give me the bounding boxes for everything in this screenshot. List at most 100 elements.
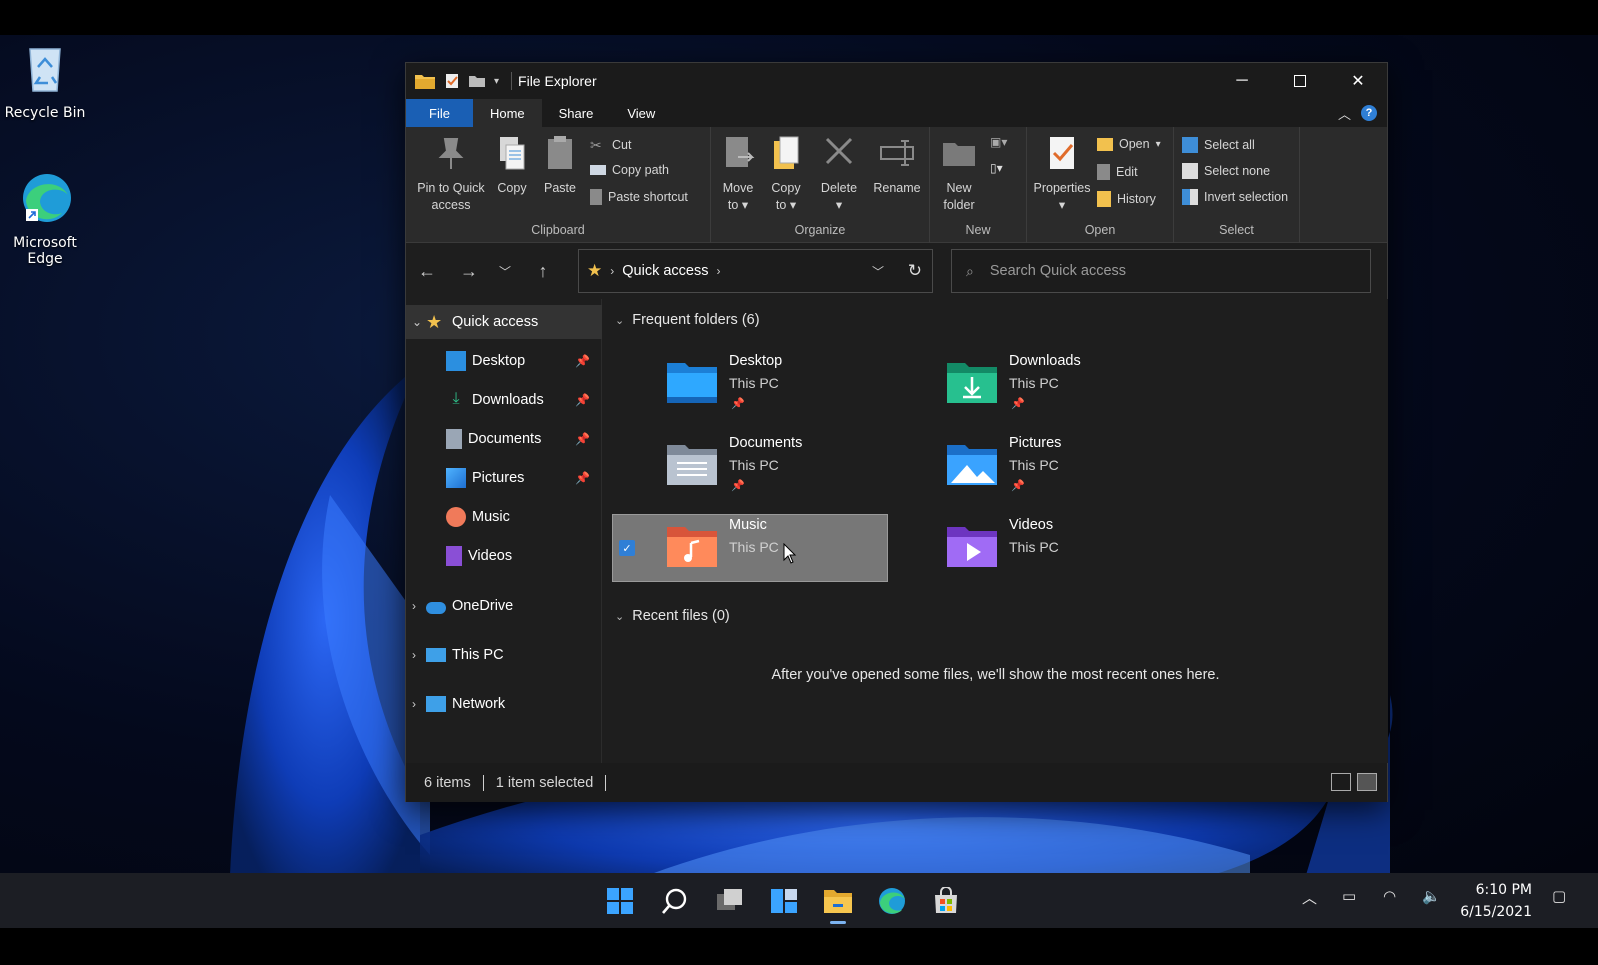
tab-view[interactable]: View bbox=[610, 99, 672, 127]
new-item-icon[interactable]: ▣▾ bbox=[990, 135, 1016, 153]
refresh-icon[interactable]: ↻ bbox=[908, 261, 922, 281]
copy-to-button[interactable]: Copy to ▾ bbox=[763, 133, 809, 214]
select-all-button[interactable]: Select all bbox=[1182, 137, 1255, 153]
customize-quick-access-icon[interactable]: ▾ bbox=[494, 76, 499, 87]
nav-quick-access[interactable]: ⌄ ★ Quick access bbox=[406, 305, 602, 339]
nav-item-desktop[interactable]: Desktop 📌 bbox=[406, 344, 602, 378]
edge-taskbar-button[interactable] bbox=[873, 882, 911, 920]
pin-to-quick-access-button[interactable]: Pin to Quick access bbox=[412, 133, 490, 214]
paste-button[interactable]: Paste bbox=[538, 133, 582, 197]
battery-icon[interactable]: ▭ bbox=[1342, 887, 1356, 905]
help-icon[interactable]: ? bbox=[1361, 105, 1377, 121]
nav-item-videos[interactable]: Videos bbox=[406, 539, 602, 573]
tab-share[interactable]: Share bbox=[542, 99, 611, 127]
search-box[interactable]: ⌕ Search Quick access bbox=[951, 249, 1371, 293]
volume-icon[interactable]: 🔈 bbox=[1422, 887, 1441, 905]
nav-item-downloads[interactable]: ⤓ Downloads 📌 bbox=[406, 383, 602, 417]
pin-icon[interactable]: 📌 bbox=[575, 393, 590, 407]
edge-desktop-icon[interactable]: Microsoft Edge bbox=[0, 171, 90, 267]
folder-location: This PC bbox=[1009, 539, 1059, 555]
show-hidden-icons-chevron-icon[interactable]: ︿ bbox=[1302, 887, 1317, 908]
paste-shortcut-button[interactable]: Paste shortcut bbox=[590, 189, 688, 205]
copy-button[interactable]: Copy bbox=[490, 133, 534, 197]
move-to-button[interactable]: Move to ▾ bbox=[715, 133, 761, 214]
folder-tile-desktop[interactable]: Desktop This PC 📌 bbox=[613, 351, 887, 417]
recent-files-header[interactable]: ⌄ Recent files (0) bbox=[615, 608, 730, 624]
edit-button[interactable]: Edit bbox=[1097, 164, 1138, 180]
minimize-button[interactable]: ─ bbox=[1213, 63, 1271, 99]
recent-locations-button[interactable]: ﹀ bbox=[492, 258, 518, 284]
address-bar[interactable]: ★ › Quick access › ﹀ ↻ bbox=[578, 249, 933, 293]
navigation-pane: ⌄ ★ Quick access Desktop 📌 ⤓ Downloads 📌… bbox=[406, 299, 602, 763]
address-dropdown-icon[interactable]: ﹀ bbox=[872, 263, 884, 280]
nav-item-pictures[interactable]: Pictures 📌 bbox=[406, 461, 602, 495]
rename-button[interactable]: Rename bbox=[869, 133, 925, 197]
select-none-button[interactable]: Select none bbox=[1182, 163, 1270, 179]
nav-item-documents[interactable]: Documents 📌 bbox=[406, 422, 602, 456]
folder-tile-pictures[interactable]: Pictures This PC 📌 bbox=[893, 433, 1167, 499]
properties-button[interactable]: Properties ▾ bbox=[1029, 133, 1095, 214]
breadcrumb-chevron-icon[interactable]: › bbox=[716, 264, 720, 278]
up-arrow-icon: ↑ bbox=[538, 260, 548, 281]
tab-home[interactable]: Home bbox=[472, 99, 542, 127]
pin-icon[interactable]: 📌 bbox=[575, 354, 590, 368]
network-icon bbox=[426, 696, 446, 712]
pin-icon[interactable]: 📌 bbox=[575, 471, 590, 485]
maximize-button[interactable] bbox=[1271, 63, 1329, 99]
collapse-ribbon-icon[interactable]: ︿ bbox=[1338, 104, 1351, 123]
forward-button[interactable]: → bbox=[456, 258, 482, 284]
folder-tile-videos[interactable]: Videos This PC bbox=[893, 515, 1167, 581]
onedrive-cloud-icon bbox=[426, 602, 446, 614]
search-taskbar-button[interactable] bbox=[656, 882, 694, 920]
nav-this-pc[interactable]: › This PC bbox=[406, 638, 602, 672]
nav-onedrive[interactable]: › OneDrive bbox=[406, 589, 602, 623]
task-view-button[interactable] bbox=[711, 882, 749, 920]
frequent-folders-header[interactable]: ⌄ Frequent folders (6) bbox=[615, 312, 760, 328]
properties-quick-icon[interactable] bbox=[444, 73, 460, 89]
large-icons-view-icon[interactable] bbox=[1357, 773, 1377, 791]
breadcrumb-quick-access[interactable]: Quick access bbox=[622, 263, 708, 279]
title-bar[interactable]: ▾ File Explorer ─ ✕ bbox=[406, 63, 1387, 99]
edit-icon bbox=[1097, 164, 1110, 180]
cut-button[interactable]: ✂ Cut bbox=[590, 137, 631, 153]
expand-chevron-icon[interactable]: ⌄ bbox=[412, 315, 426, 329]
easy-access-icon[interactable]: ▯▾ bbox=[990, 161, 1016, 179]
close-button[interactable]: ✕ bbox=[1329, 63, 1387, 99]
back-button[interactable]: ← bbox=[414, 258, 440, 284]
details-view-icon[interactable] bbox=[1331, 773, 1351, 791]
open-button[interactable]: Open ▾ bbox=[1097, 137, 1161, 151]
copy-path-label: Copy path bbox=[612, 163, 669, 177]
expand-chevron-icon[interactable]: › bbox=[412, 599, 426, 613]
navigation-bar: ← → ﹀ ↑ ★ › Quick access › ﹀ ↻ ⌕ Search … bbox=[406, 243, 1387, 299]
forward-arrow-icon: → bbox=[460, 260, 478, 281]
store-taskbar-button[interactable] bbox=[927, 882, 965, 920]
new-folder-quick-icon[interactable] bbox=[468, 74, 486, 88]
clock[interactable]: 6:10 PM 6/15/2021 bbox=[1452, 879, 1532, 923]
start-button[interactable] bbox=[601, 882, 639, 920]
widgets-button[interactable] bbox=[765, 882, 803, 920]
pin-icon[interactable]: 📌 bbox=[575, 432, 590, 446]
edit-label: Edit bbox=[1116, 165, 1138, 179]
file-explorer-taskbar-button[interactable] bbox=[819, 882, 857, 924]
notification-icon[interactable]: ▢ bbox=[1552, 887, 1566, 905]
copy-path-button[interactable]: Copy path bbox=[590, 163, 669, 177]
folder-tile-music[interactable]: ✓ Music This PC bbox=[612, 514, 888, 582]
expand-chevron-icon[interactable]: › bbox=[412, 697, 426, 711]
up-button[interactable]: ↑ bbox=[530, 258, 556, 284]
history-icon bbox=[1097, 191, 1111, 207]
tab-file[interactable]: File bbox=[406, 99, 473, 127]
expand-chevron-icon[interactable]: › bbox=[412, 648, 426, 662]
history-button[interactable]: History bbox=[1097, 191, 1156, 207]
recycle-bin-desktop-icon[interactable]: Recycle Bin bbox=[0, 41, 90, 121]
new-folder-button[interactable]: New folder bbox=[934, 133, 984, 214]
nav-network[interactable]: › Network bbox=[406, 687, 602, 721]
nav-item-music[interactable]: Music bbox=[406, 500, 602, 534]
folder-tile-documents[interactable]: Documents This PC 📌 bbox=[613, 433, 887, 499]
invert-selection-button[interactable]: Invert selection bbox=[1182, 189, 1288, 205]
wifi-icon[interactable]: ◠ bbox=[1383, 887, 1396, 905]
folder-location: This PC bbox=[729, 457, 779, 473]
folder-tile-downloads[interactable]: Downloads This PC 📌 bbox=[893, 351, 1167, 417]
delete-button[interactable]: Delete ▾ bbox=[815, 133, 863, 214]
music-folder-icon bbox=[667, 527, 717, 567]
selection-checkbox[interactable]: ✓ bbox=[619, 540, 635, 556]
